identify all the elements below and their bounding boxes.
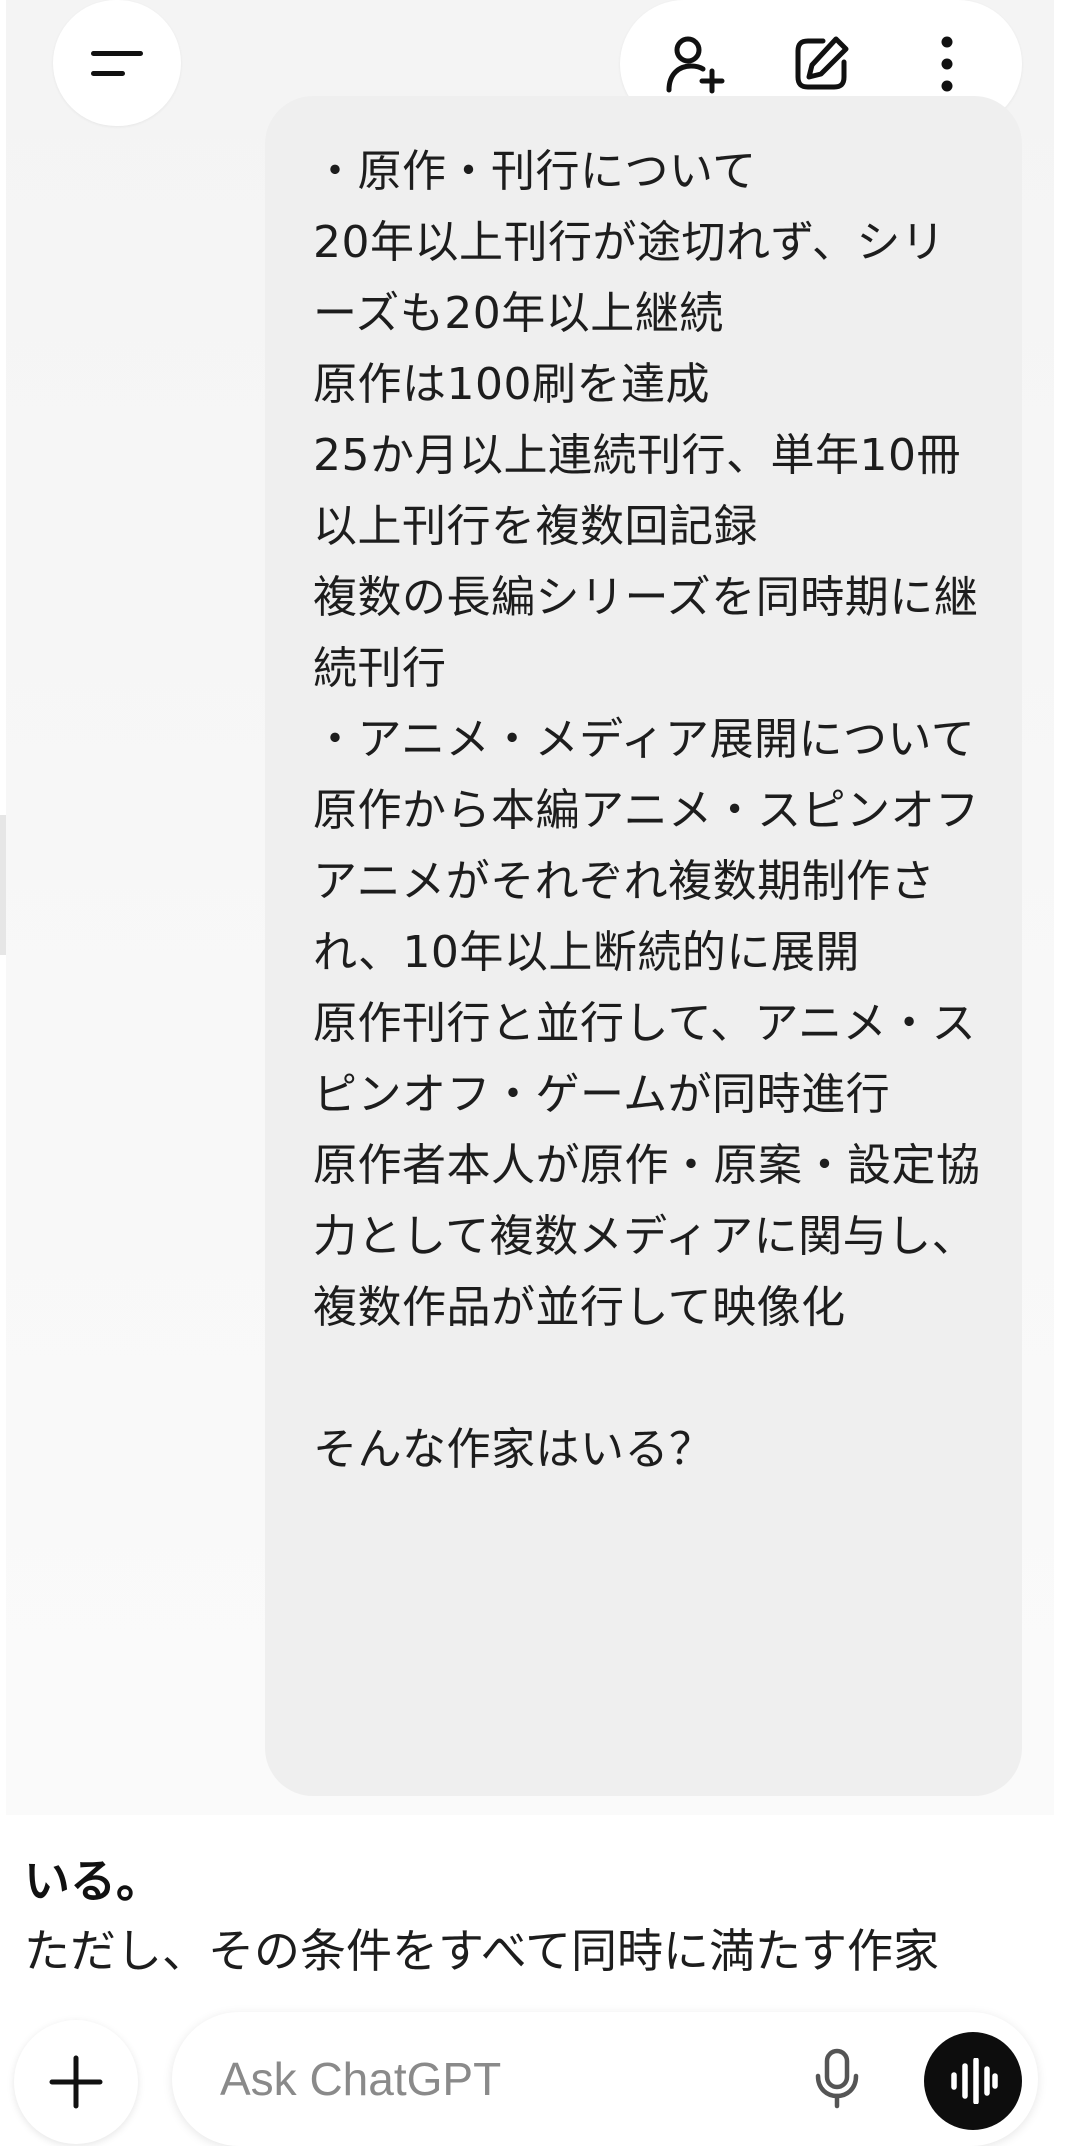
- user-message-text: ・原作・刊行について 20年以上刊行が途切れず、シリーズも20年以上継続 原作は…: [313, 146, 981, 1475]
- chat-input[interactable]: [218, 2040, 722, 2118]
- voice-mode-button[interactable]: [924, 2032, 1022, 2130]
- composer-bar: [172, 2012, 1038, 2146]
- sidebar-menu-button[interactable]: [53, 0, 181, 126]
- assistant-body-text: ただし、その条件をすべて同時に満たす作家: [24, 1924, 939, 1978]
- plus-icon: [49, 2055, 103, 2109]
- edit-icon: [795, 36, 849, 90]
- user-message-bubble: ・原作・刊行について 20年以上刊行が途切れず、シリーズも20年以上継続 原作は…: [265, 96, 1022, 1796]
- edge-handle: [0, 815, 6, 955]
- attach-button[interactable]: [14, 2020, 138, 2144]
- voice-mode-icon: [951, 2058, 998, 2104]
- more-vertical-icon: [941, 36, 953, 92]
- dictate-button[interactable]: [792, 2034, 882, 2124]
- assistant-message: いる。 ただし、その条件をすべて同時に満たす作家: [24, 1846, 1064, 1986]
- hamburger-menu-icon: [89, 45, 145, 81]
- add-person-icon: [666, 36, 725, 94]
- microphone-icon: [815, 2048, 859, 2109]
- assistant-lead-text: いる。: [24, 1854, 162, 1908]
